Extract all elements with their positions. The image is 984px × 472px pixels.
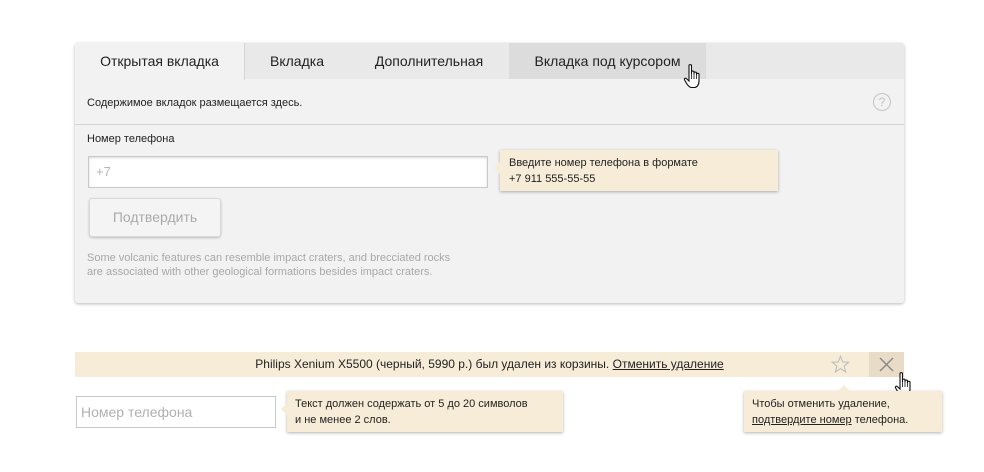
star-icon[interactable] [831,355,850,374]
validation-tooltip: Текст должен содержать от 5 до 20 символ… [281,391,563,432]
tooltip-line-1: Текст должен содержать от 5 до 20 символ… [295,398,528,410]
tooltip-line-2: +7 911 555-55-55 [509,173,596,185]
confirm-number-link[interactable]: подтвердите номер [752,414,852,426]
tab-content-text: Содержимое вкладок размещается здесь. [87,97,303,109]
close-icon [879,357,894,372]
phone-label: Номер телефона [87,133,175,145]
tooltip-arrow [281,403,287,415]
phone-input[interactable]: +7 [88,156,488,188]
tooltip-arrow [838,385,850,391]
tooltip-line-2-rest: телефона. [851,414,909,426]
help-icon[interactable]: ? [873,93,891,111]
note-text: Some volcanic features can resemble impa… [87,252,451,278]
confirm-button[interactable]: Подтвердить [89,198,221,237]
tab-open[interactable]: Открытая вкладка [75,43,245,80]
undo-hint-tooltip: Чтобы отменить удаление, подтвердите ном… [744,385,942,432]
tabs-panel: Открытая вкладка Вкладка Дополнительная … [75,43,904,303]
tooltip-line-2: подтвердите номер телефона. [752,412,934,428]
tab-regular[interactable]: Вкладка [245,43,349,79]
hand-cursor-icon [683,64,700,89]
phone-input-secondary[interactable]: Номер телефона [76,396,276,428]
undo-delete-link[interactable]: Отменить удаление [613,357,724,371]
tab-additional[interactable]: Дополнительная [349,43,509,79]
notification-message: Philips Xenium X5500 (черный, 5990 р.) б… [75,352,904,377]
tab-hovered[interactable]: Вкладка под курсором [509,43,706,79]
notification-text: Philips Xenium X5500 (черный, 5990 р.) б… [255,357,610,371]
tooltip-line-1: Чтобы отменить удаление, [752,398,890,410]
tooltip-arrow [494,162,500,174]
phone-format-tooltip: Введите номер телефона в формате +7 911 … [494,150,778,191]
tooltip-line-2: и не менее 2 слов. [295,414,391,426]
tab-bar: Открытая вкладка Вкладка Дополнительная … [75,43,904,80]
tooltip-line-1: Введите номер телефона в формате [509,157,698,169]
notification-bar: Philips Xenium X5500 (черный, 5990 р.) б… [75,352,904,377]
divider [75,124,904,125]
